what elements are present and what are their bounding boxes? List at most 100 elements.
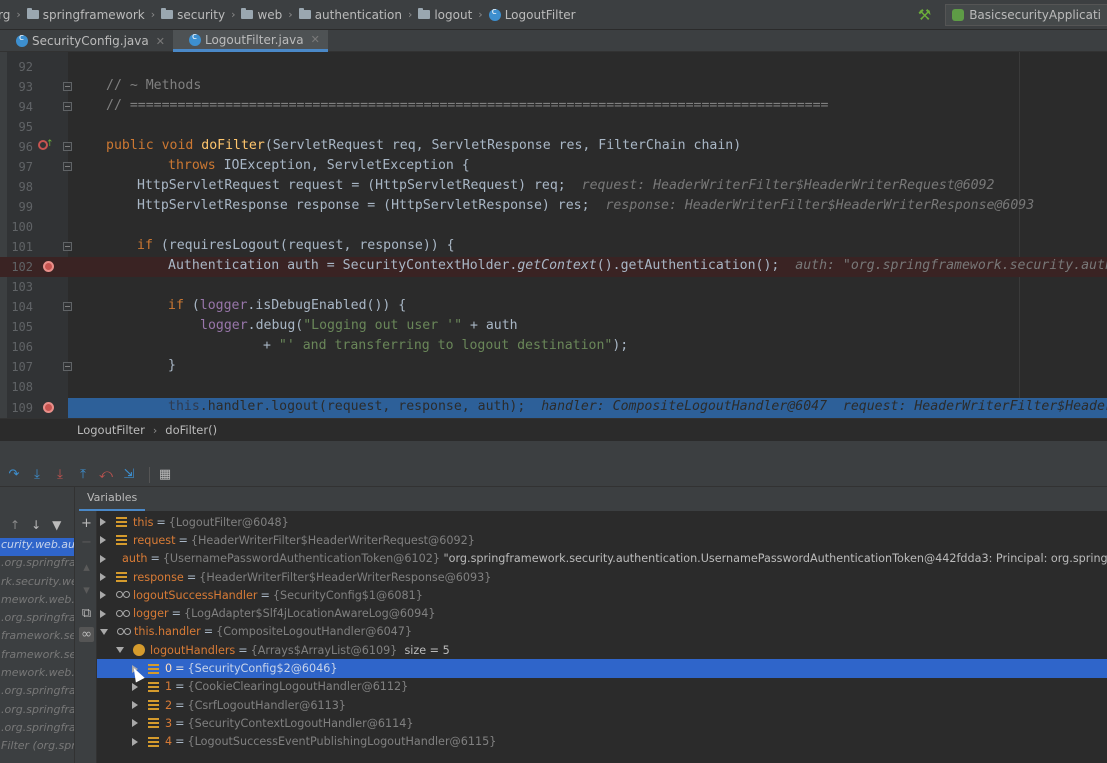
- fold-marker-icon[interactable]: [63, 362, 72, 371]
- variable-value: {SecurityContextLogoutHandler@6114}: [187, 716, 414, 730]
- code-line[interactable]: 100: [0, 217, 1107, 237]
- breakpoint-icon[interactable]: [43, 402, 54, 413]
- nav-crumb-springframework[interactable]: springframework: [26, 8, 145, 22]
- variables-tree[interactable]: this = {LogoutFilter@6048} request = {Header…: [97, 511, 1107, 763]
- run-configuration-selector[interactable]: BasicsecurityApplicati: [945, 4, 1107, 26]
- close-icon[interactable]: ✕: [156, 35, 165, 48]
- run-to-cursor-icon[interactable]: ⇲: [120, 466, 138, 484]
- expand-arrow-icon[interactable]: [100, 591, 106, 600]
- variable-row[interactable]: 1 = {CookieClearingLogoutHandler@6112}: [97, 678, 1107, 696]
- expand-arrow-icon[interactable]: [100, 573, 106, 582]
- frame-item[interactable]: curity.web.auth: [0, 538, 74, 557]
- variable-row[interactable]: request = {HeaderWriterFilter$HeaderWriter…: [97, 531, 1107, 549]
- expand-arrow-icon[interactable]: [100, 518, 106, 527]
- fold-marker-icon[interactable]: [63, 302, 72, 311]
- frame-item[interactable]: mework.web.filt: [0, 593, 74, 611]
- code-line[interactable]: 103: [0, 277, 1107, 297]
- frame-item[interactable]: Filter (org.spring: [0, 739, 74, 757]
- frame-item[interactable]: .org.springfram: [0, 556, 74, 574]
- fold-marker-icon[interactable]: [63, 102, 72, 111]
- code-line[interactable]: 104 if (logger.isDebugEnabled()) {: [0, 297, 1107, 317]
- code-line-gutter[interactable]: 109: [0, 398, 68, 418]
- nav-crumb-authentication[interactable]: authentication: [298, 8, 402, 22]
- fold-marker-icon[interactable]: [63, 242, 72, 251]
- collapse-arrow-icon[interactable]: [100, 628, 108, 635]
- breakpoint-icon[interactable]: [43, 261, 54, 272]
- code-line[interactable]: 93 // ~ Methods: [0, 77, 1107, 97]
- copy-icon[interactable]: ⧉: [79, 606, 94, 621]
- nav-crumb-current-file[interactable]: LogoutFilter: [488, 7, 576, 22]
- expand-arrow-icon[interactable]: [100, 609, 106, 618]
- fold-marker-icon[interactable]: [63, 162, 72, 171]
- code-line-breakpoint[interactable]: 102 Authentication auth = SecurityContext…: [0, 257, 1107, 277]
- build-hammer-icon[interactable]: ⚒: [918, 6, 931, 24]
- add-watch-icon[interactable]: +: [79, 516, 94, 531]
- drop-frame-icon[interactable]: ⤺: [97, 466, 115, 484]
- tab-variables[interactable]: Variables: [79, 491, 146, 511]
- code-line[interactable]: 101 if (requiresLogout(request, response)…: [0, 237, 1107, 257]
- frame-item[interactable]: .org.springframe: [0, 703, 74, 721]
- frame-item[interactable]: .org.springfram: [0, 611, 74, 629]
- fold-marker-icon[interactable]: [63, 82, 72, 91]
- variable-row[interactable]: 2 = {CsrfLogoutHandler@6113}: [97, 696, 1107, 714]
- move-down-icon[interactable]: ▾: [79, 583, 94, 598]
- filter-icon[interactable]: ▼: [52, 518, 61, 532]
- frame-item[interactable]: rk.security.web: [0, 575, 74, 593]
- move-up-icon[interactable]: ▴: [79, 560, 94, 575]
- evaluate-expression-icon[interactable]: ▦: [156, 466, 174, 484]
- code-line[interactable]: 95: [0, 117, 1107, 137]
- frame-item[interactable]: framework.secu: [0, 629, 74, 647]
- expand-arrow-icon[interactable]: [100, 536, 106, 545]
- code-line[interactable]: 94 // ===================================…: [0, 97, 1107, 117]
- force-step-into-icon[interactable]: ⤓: [51, 466, 69, 484]
- collapse-arrow-icon[interactable]: [116, 647, 124, 654]
- code-line-current-execution[interactable]: this.handler.logout(request, response, a…: [68, 398, 1107, 418]
- variable-row[interactable]: auth = {UsernamePasswordAuthenticationToke…: [97, 550, 1107, 568]
- expand-arrow-icon[interactable]: [132, 719, 138, 728]
- code-line[interactable]: 98 HttpServletRequest request = (HttpServ…: [0, 177, 1107, 197]
- variable-row[interactable]: response = {HeaderWriterFilter$HeaderWrite…: [97, 568, 1107, 586]
- variable-row[interactable]: 3 = {SecurityContextLogoutHandler@6114}: [97, 714, 1107, 732]
- code-editor[interactable]: 92 93 // ~ Methods 94 // =================…: [0, 52, 1107, 418]
- step-out-icon[interactable]: ⤒: [74, 466, 92, 484]
- down-arrow-icon[interactable]: ↓: [31, 518, 41, 532]
- step-over-icon[interactable]: ↷: [5, 466, 23, 484]
- code-line[interactable]: 108: [0, 377, 1107, 397]
- breadcrumb-method[interactable]: doFilter(): [165, 423, 217, 437]
- code-line[interactable]: 107}: [0, 357, 1107, 377]
- fold-marker-icon[interactable]: [63, 142, 72, 151]
- nav-crumb-rg[interactable]: rg: [0, 8, 10, 22]
- breadcrumb-class[interactable]: LogoutFilter: [77, 423, 145, 437]
- up-arrow-icon[interactable]: ↑: [10, 518, 20, 532]
- frame-item[interactable]: mework.web.filte: [0, 666, 74, 684]
- variable-row[interactable]: logger = {LogAdapter$Slf4jLocationAwareLog…: [97, 605, 1107, 623]
- code-line[interactable]: 105 logger.debug("Logging out user '" + a…: [0, 317, 1107, 337]
- variable-row[interactable]: this = {LogoutFilter@6048}: [97, 513, 1107, 531]
- code-line[interactable]: 106 + "' and transferring to logout desti…: [0, 337, 1107, 357]
- frame-item[interactable]: .org.springframe: [0, 684, 74, 702]
- remove-watch-icon[interactable]: −: [79, 535, 94, 550]
- code-line[interactable]: 92: [0, 57, 1107, 77]
- tab-securityconfig[interactable]: SecurityConfig.java ✕: [0, 30, 173, 52]
- variable-row[interactable]: this.handler = {CompositeLogoutHandler@604…: [97, 623, 1107, 641]
- expand-arrow-icon[interactable]: [132, 682, 138, 691]
- frame-item[interactable]: .org.springfram: [0, 721, 74, 739]
- variable-row-selected[interactable]: 0 = {SecurityConfig$2@6046}: [97, 659, 1107, 678]
- watches-toggle-icon[interactable]: ∞: [79, 627, 94, 642]
- code-line[interactable]: 99 HttpServletResponse response = (HttpSe…: [0, 197, 1107, 217]
- nav-crumb-logout[interactable]: logout: [418, 8, 472, 22]
- close-icon[interactable]: ✕: [311, 33, 320, 46]
- variable-row[interactable]: logoutHandlers = {Arrays$ArrayList@6109} s…: [97, 641, 1107, 659]
- expand-arrow-icon[interactable]: [132, 737, 138, 746]
- expand-arrow-icon[interactable]: [132, 701, 138, 710]
- nav-crumb-security[interactable]: security: [161, 8, 225, 22]
- variable-row[interactable]: logoutSuccessHandler = {SecurityConfig$1@6…: [97, 586, 1107, 604]
- variable-row[interactable]: 4 = {LogoutSuccessEventPublishingLogoutHan…: [97, 733, 1107, 751]
- step-into-icon[interactable]: ⤓: [28, 466, 46, 484]
- expand-arrow-icon[interactable]: [100, 554, 106, 563]
- code-line[interactable]: 97 throws IOException, ServletException {: [0, 157, 1107, 177]
- frame-item[interactable]: framework.secu: [0, 648, 74, 666]
- nav-crumb-web[interactable]: web: [241, 8, 282, 22]
- code-line[interactable]: 96 ↑ public void doFilter(ServletRequest r…: [0, 137, 1107, 157]
- tab-logoutfilter[interactable]: LogoutFilter.java ✕: [172, 30, 328, 52]
